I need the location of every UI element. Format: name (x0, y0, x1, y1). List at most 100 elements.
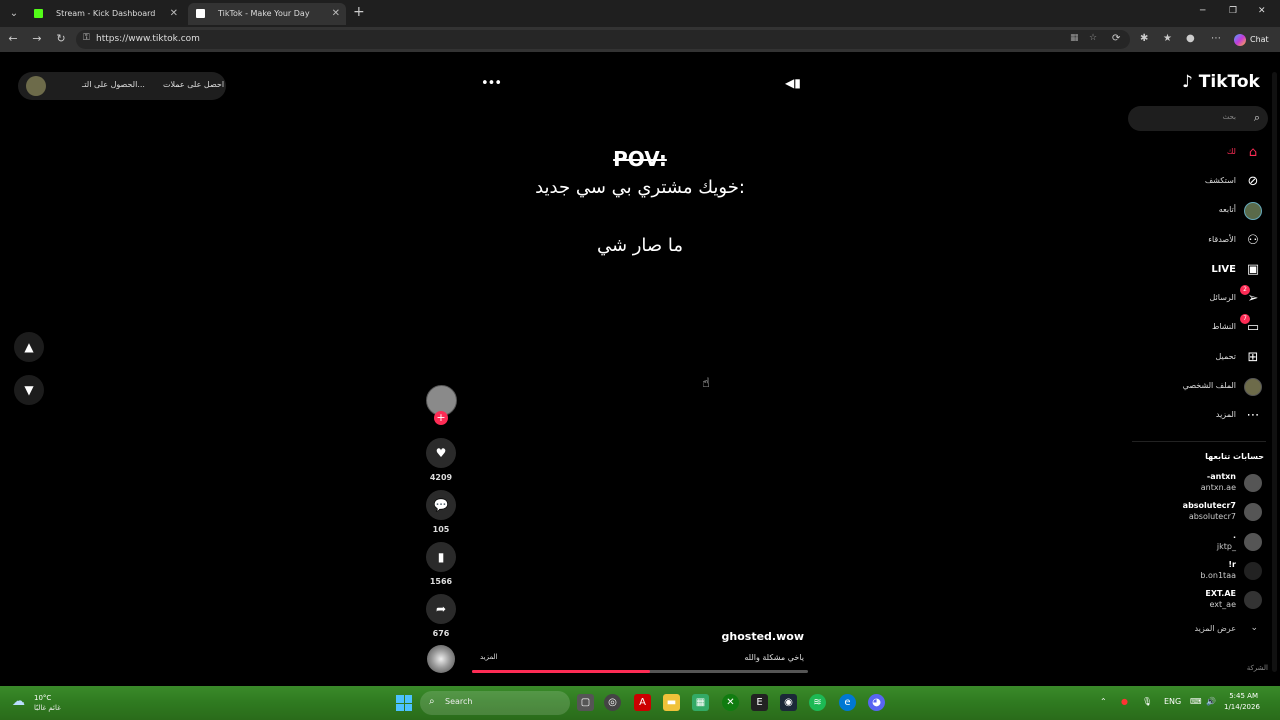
windows-start-icon[interactable] (396, 695, 412, 711)
see-more-label: عرض المزيد (1194, 624, 1236, 633)
search-icon: ⌕ (429, 696, 435, 707)
copilot-chat-button[interactable]: Chat (1230, 31, 1274, 49)
network-icon[interactable]: ⌨ (1190, 697, 1202, 706)
steam-icon[interactable]: ◉ (780, 694, 797, 711)
like-count: 4209 (429, 473, 453, 482)
nav-friends[interactable]: الأصدقاء ⚇ (1128, 230, 1264, 252)
clock-time: 5:45 AM (1229, 692, 1258, 700)
account-name: !r (1228, 560, 1236, 569)
nav-label: أتابعه (1218, 205, 1236, 214)
discord-icon[interactable]: ◕ (868, 694, 885, 711)
account-avatar (1244, 503, 1262, 521)
messages-badge: 2 (1240, 285, 1250, 295)
tab-list-chevron-icon[interactable]: ⌄ (6, 6, 22, 22)
following-account[interactable]: EXT.AE ext_ae (1128, 588, 1264, 614)
tray-app-icon[interactable]: ● (1121, 697, 1128, 706)
following-account[interactable]: absolutecr7 absolutecr7 (1128, 500, 1264, 526)
following-account[interactable]: -antxn antxn.ae (1128, 471, 1264, 497)
edge-icon[interactable]: e (839, 694, 856, 711)
nav-label: LIVE (1211, 264, 1236, 275)
microphone-icon[interactable]: 🎙 (1142, 697, 1152, 706)
extensions-icon[interactable]: ✱ (1140, 33, 1148, 44)
language-indicator[interactable]: ENG (1164, 697, 1181, 706)
task-view-icon[interactable]: ▢ (577, 694, 594, 711)
nav-profile[interactable]: الملف الشخصي (1128, 376, 1264, 398)
tab-kick-dashboard[interactable]: Stream - Kick Dashboard ✕ (26, 3, 184, 25)
close-tab-icon[interactable]: ✕ (332, 3, 340, 25)
speaker-icon[interactable]: 🔊 (1206, 697, 1216, 706)
search-input[interactable]: بحث ⌕ (1128, 106, 1268, 131)
next-video-button[interactable]: ▼ (14, 375, 44, 405)
store-icon[interactable]: ▦ (692, 694, 709, 711)
nav-following[interactable]: أتابعه (1128, 200, 1264, 222)
close-tab-icon[interactable]: ✕ (170, 3, 178, 25)
following-account[interactable]: . jktp_ (1128, 530, 1264, 556)
follow-plus-icon[interactable]: + (434, 411, 448, 425)
save-button[interactable]: ▮ (426, 542, 456, 572)
favorites-icon[interactable]: ★ (1163, 33, 1172, 44)
reload-icon[interactable]: ↻ (54, 32, 68, 45)
friends-icon: ⚇ (1247, 233, 1259, 248)
tray-overflow-icon[interactable]: ⌃ (1100, 697, 1107, 706)
file-explorer-icon[interactable]: ▬ (663, 694, 680, 711)
spotify-icon[interactable]: ≋ (809, 694, 826, 711)
page-scrollbar[interactable] (1272, 72, 1277, 672)
tab-tiktok[interactable]: TikTok - Make Your Day ✕ (188, 3, 346, 25)
tiktok-favicon-icon (196, 9, 205, 18)
browser-menu-icon[interactable]: ⋯ (1211, 33, 1221, 44)
nav-messages[interactable]: الرسائل ➢ 2 (1128, 285, 1264, 310)
nav-more[interactable]: المزيد ⋯ (1128, 405, 1264, 427)
compass-icon: ⊘ (1247, 174, 1259, 189)
nav-live[interactable]: LIVE ▣ (1128, 259, 1264, 281)
forward-arrow-icon[interactable]: → (30, 32, 44, 45)
video-author[interactable]: ghosted.wow (700, 630, 804, 643)
refresh-extension-icon[interactable]: ⟳ (1112, 33, 1120, 44)
user-avatar[interactable] (26, 76, 46, 96)
close-window-icon[interactable]: ✕ (1258, 6, 1266, 16)
nav-activity[interactable]: النشاط ▭ 7 (1128, 314, 1264, 339)
search-icon[interactable]: ⌕ (1254, 111, 1260, 125)
minimize-icon[interactable]: ─ (1200, 6, 1205, 16)
volume-icon[interactable]: ◀▮ (785, 76, 801, 90)
new-tab-plus-icon[interactable]: + (353, 4, 365, 20)
account-name: -antxn (1206, 472, 1236, 481)
heart-icon: ♥ (435, 446, 447, 460)
reader-view-icon[interactable]: ▦ (1070, 33, 1079, 43)
nav-label: الرسائل (1209, 293, 1237, 302)
previous-video-button[interactable]: ▲ (14, 332, 44, 362)
video-options-icon[interactable]: ••• (481, 76, 502, 91)
back-arrow-icon[interactable]: ← (6, 32, 20, 45)
share-count: 676 (432, 629, 450, 638)
video-description: ياخي مشكلة والله (744, 653, 804, 662)
music-disc-icon[interactable] (427, 645, 455, 673)
comment-button[interactable]: 💬 (426, 490, 456, 520)
chrome-icon[interactable]: ◎ (604, 694, 621, 711)
nav-explore[interactable]: استكشف ⊘ (1128, 171, 1264, 193)
video-progress-bar[interactable] (472, 670, 808, 673)
epic-games-icon[interactable]: E (751, 694, 768, 711)
get-coins-button[interactable]: احصل على عملات (163, 80, 224, 89)
profile-avatar-icon[interactable]: ● (1186, 33, 1195, 44)
hand-cursor-icon: ☝ (702, 376, 710, 391)
site-info-icon[interactable]: ⚿ (83, 33, 90, 43)
nav-for-you[interactable]: لك ⌂ (1128, 142, 1264, 164)
share-button[interactable]: ➦ (426, 594, 456, 624)
nav-upload[interactable]: تحميل ⊞ (1128, 347, 1264, 369)
description-more-link[interactable]: المزيد (480, 653, 498, 661)
xbox-icon[interactable]: ✕ (722, 694, 739, 711)
get-app-button[interactable]: الحصول على التـ... (82, 80, 145, 89)
following-account[interactable]: !r b.on1taa (1128, 559, 1264, 585)
company-link[interactable]: الشركة (1247, 664, 1268, 672)
weather-widget[interactable]: ☁ 10°C غائم غالبًا (12, 692, 92, 716)
clock[interactable]: 5:45 AM 1/14/2026 (1224, 691, 1260, 713)
restore-icon[interactable]: ❐ (1229, 6, 1237, 16)
tiktok-logo[interactable]: ♪ TikTok (1182, 72, 1260, 92)
like-button[interactable]: ♥ (426, 438, 456, 468)
favorite-star-icon[interactable]: ☆ (1089, 33, 1097, 43)
address-toolbar: ← → ↻ ⚿ https://www.tiktok.com ▦ ☆ ⟳ ✱ ★… (0, 27, 1280, 52)
taskbar-search[interactable]: ⌕ Search (420, 691, 570, 715)
weather-condition: غائم غالبًا (34, 704, 61, 712)
comment-count: 105 (432, 525, 450, 534)
url-field[interactable]: ⚿ https://www.tiktok.com ▦ ☆ (76, 30, 1130, 49)
app-red-icon[interactable]: A (634, 694, 651, 711)
